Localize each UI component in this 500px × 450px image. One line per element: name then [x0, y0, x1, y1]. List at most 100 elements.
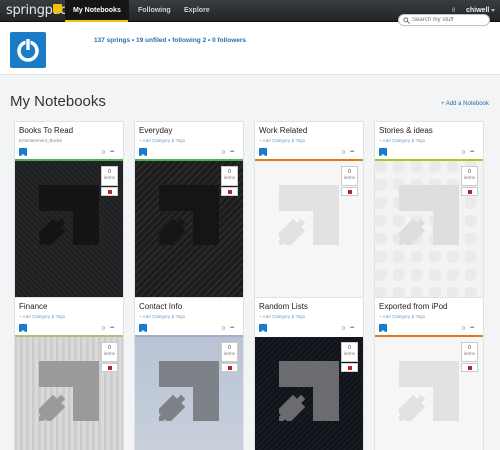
notebook-card[interactable]: Finance + Add Category & Tags 0 ••• 0 it…: [14, 297, 124, 450]
notebook-cover[interactable]: 0 items: [375, 161, 483, 304]
power-icon: [17, 38, 39, 62]
springpad-mark-icon: [279, 361, 339, 421]
notebook-category[interactable]: + Add Category & Tags: [139, 314, 185, 319]
lock-icon[interactable]: [341, 363, 358, 372]
lock-icon[interactable]: [461, 187, 478, 196]
power-icon: [259, 148, 267, 160]
notebook-title[interactable]: Books To Read: [19, 126, 73, 135]
notebook-card[interactable]: Random Lists + Add Category & Tags 0 •••…: [254, 297, 364, 450]
tab-following[interactable]: Following: [130, 0, 179, 22]
notebook-category[interactable]: + Add Category & Tags: [379, 314, 425, 319]
notebook-card[interactable]: Exported from iPod + Add Category & Tags…: [374, 297, 484, 450]
more-icon[interactable]: •••: [110, 149, 114, 155]
notebook-cover[interactable]: 0 items: [255, 161, 363, 304]
profile-stats[interactable]: 137 springs • 19 unfiled • following 2 •…: [94, 37, 246, 44]
notebook-cover[interactable]: 0 items: [255, 337, 363, 450]
power-icon: [19, 324, 27, 336]
notebook-card[interactable]: Stories & ideas + Add Category & Tags 0 …: [374, 121, 484, 304]
more-icon[interactable]: •••: [230, 149, 234, 155]
items-label: items: [104, 175, 115, 180]
power-icon: [379, 324, 387, 336]
more-icon[interactable]: •••: [230, 325, 234, 331]
lock-icon[interactable]: [221, 363, 238, 372]
items-label: items: [224, 351, 235, 356]
notebook-category[interactable]: + Add Category & Tags: [19, 314, 65, 319]
add-notebook-link[interactable]: + Add a Notebook: [441, 101, 489, 107]
spring-count: 0: [222, 150, 225, 156]
items-badge: 0 items: [341, 166, 358, 186]
notebook-category[interactable]: + Add Category & Tags: [139, 138, 185, 143]
more-icon[interactable]: •••: [350, 325, 354, 331]
notebook-title[interactable]: Everyday: [139, 126, 172, 135]
items-label: items: [224, 175, 235, 180]
lock-icon[interactable]: [101, 187, 118, 196]
search-input[interactable]: [412, 15, 488, 25]
power-icon: [259, 324, 267, 336]
notebook-card[interactable]: Books To Read Entertainment_Books 0 ••• …: [14, 121, 124, 304]
items-badge: 0 items: [461, 342, 478, 362]
profile-header: 137 springs • 19 unfiled • following 2 •…: [0, 22, 500, 75]
items-badge: 0 items: [101, 342, 118, 362]
page-title: My Notebooks: [10, 93, 106, 110]
power-icon: [139, 148, 147, 160]
tab-explore[interactable]: Explore: [176, 0, 218, 22]
spring-count: 0: [102, 326, 105, 332]
notebook-category[interactable]: + Add Category & Tags: [259, 138, 305, 143]
power-icon: [139, 324, 147, 336]
notebook-cover[interactable]: 0 items: [135, 161, 243, 304]
chevron-down-icon[interactable]: [491, 9, 495, 12]
lock-icon[interactable]: [461, 363, 478, 372]
spring-count: 0: [462, 150, 465, 156]
power-icon: [379, 148, 387, 160]
items-label: items: [344, 175, 355, 180]
avatar[interactable]: [10, 32, 46, 68]
items-badge: 0 items: [101, 166, 118, 186]
items-label: items: [464, 351, 475, 356]
items-badge: 0 items: [461, 166, 478, 186]
items-label: items: [464, 175, 475, 180]
spring-count: 0: [222, 326, 225, 332]
more-icon[interactable]: •••: [110, 325, 114, 331]
power-icon: [19, 148, 27, 160]
more-icon[interactable]: •••: [470, 325, 474, 331]
notebook-card[interactable]: Everyday + Add Category & Tags 0 ••• 0 i…: [134, 121, 244, 304]
notebook-category: Entertainment_Books: [19, 138, 63, 143]
notebook-cover[interactable]: 0 items: [15, 161, 123, 304]
notebook-card[interactable]: Contact Info + Add Category & Tags 0 •••…: [134, 297, 244, 450]
logo-mark-icon: [53, 4, 62, 13]
spring-count: 0: [102, 150, 105, 156]
springpad-mark-icon: [159, 361, 219, 421]
springpad-mark-icon: [399, 361, 459, 421]
lock-icon[interactable]: [101, 363, 118, 372]
springpad-mark-icon: [399, 185, 459, 245]
lock-icon[interactable]: [341, 187, 358, 196]
notebook-category[interactable]: + Add Category & Tags: [259, 314, 305, 319]
notebook-title[interactable]: Finance: [19, 302, 47, 311]
more-icon[interactable]: •••: [470, 149, 474, 155]
notebook-cover[interactable]: 0 items: [15, 337, 123, 450]
notebook-title[interactable]: Random Lists: [259, 302, 308, 311]
tab-my-notebooks[interactable]: My Notebooks: [65, 0, 129, 22]
items-label: items: [344, 351, 355, 356]
notebook-title[interactable]: Exported from iPod: [379, 302, 447, 311]
items-label: items: [104, 351, 115, 356]
notebook-title[interactable]: Stories & ideas: [379, 126, 433, 135]
spring-count: 0: [462, 326, 465, 332]
search-icon: [403, 17, 410, 24]
items-badge: 0 items: [221, 166, 238, 186]
springpad-mark-icon: [279, 185, 339, 245]
notebook-cover[interactable]: 0 items: [375, 337, 483, 450]
notebook-cover[interactable]: 0 items: [135, 337, 243, 450]
notebook-title[interactable]: Work Related: [259, 126, 307, 135]
springpad-mark-icon: [39, 361, 99, 421]
spring-count: 0: [342, 150, 345, 156]
spring-count: 0: [342, 326, 345, 332]
notebook-card[interactable]: Work Related + Add Category & Tags 0 •••…: [254, 121, 364, 304]
notebook-category[interactable]: + Add Category & Tags: [379, 138, 425, 143]
lock-icon[interactable]: [221, 187, 238, 196]
items-badge: 0 items: [341, 342, 358, 362]
notebook-title[interactable]: Contact Info: [139, 302, 182, 311]
more-icon[interactable]: •••: [350, 149, 354, 155]
springpad-mark-icon: [159, 185, 219, 245]
items-badge: 0 items: [221, 342, 238, 362]
